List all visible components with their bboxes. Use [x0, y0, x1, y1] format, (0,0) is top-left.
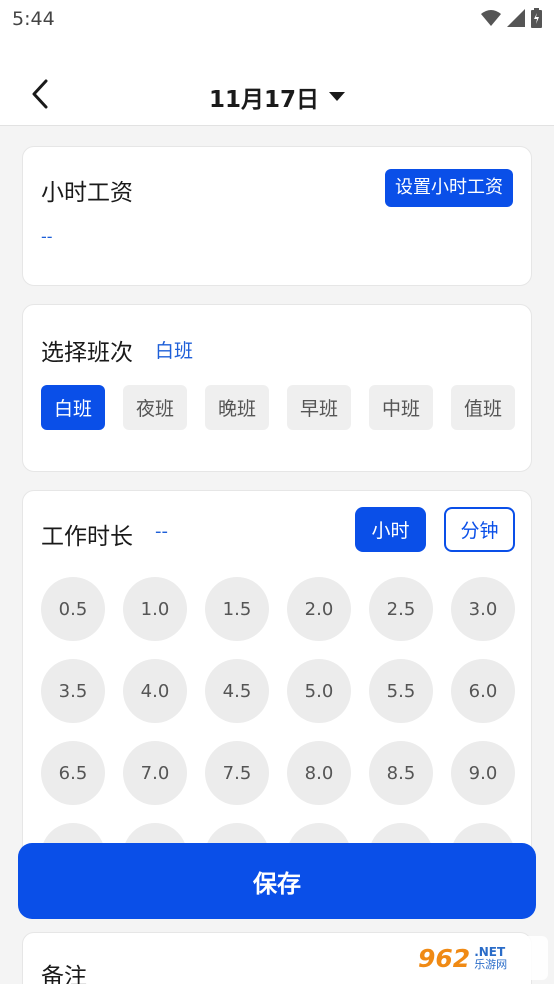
unit-minute-button[interactable]: 分钟 — [444, 507, 515, 552]
watermark-number: 962 — [418, 943, 471, 973]
hour-option[interactable]: 9.0 — [451, 741, 515, 805]
date-title: 11月17日 — [208, 87, 319, 113]
wifi-icon — [481, 10, 501, 26]
hour-option[interactable]: 4.5 — [205, 659, 269, 723]
work-hours-card: 工作时长 -- 小时 分钟 0.5 1.0 1.5 2.0 2.5 3.0 3.… — [22, 490, 532, 890]
hour-option[interactable]: 3.0 — [451, 577, 515, 641]
shift-option-evening[interactable]: 晚班 — [205, 385, 269, 430]
save-button[interactable]: 保存 — [18, 843, 536, 919]
hour-option[interactable]: 5.0 — [287, 659, 351, 723]
work-hours-title: 工作时长 — [41, 524, 133, 550]
hours-grid: 0.5 1.0 1.5 2.0 2.5 3.0 3.5 4.0 4.5 5.0 … — [41, 577, 517, 887]
unit-hour-button[interactable]: 小时 — [355, 507, 426, 552]
hour-option[interactable]: 2.5 — [369, 577, 433, 641]
hour-option[interactable]: 7.0 — [123, 741, 187, 805]
shift-title: 选择班次 — [41, 340, 133, 366]
shift-options: 白班 夜班 晚班 早班 中班 值班 — [41, 385, 515, 430]
shift-option-morning[interactable]: 早班 — [287, 385, 351, 430]
shift-option-middle[interactable]: 中班 — [369, 385, 433, 430]
hourly-wage-title: 小时工资 — [41, 180, 133, 206]
watermark-net: .NET — [474, 944, 506, 959]
status-time: 5:44 — [12, 8, 55, 30]
watermark-logo: 962 .NET 乐游网 — [412, 936, 548, 980]
hourly-wage-card: 小时工资 -- 设置小时工资 — [22, 146, 532, 286]
hour-option[interactable]: 2.0 — [287, 577, 351, 641]
hour-option[interactable]: 6.5 — [41, 741, 105, 805]
hour-option[interactable]: 8.5 — [369, 741, 433, 805]
shift-option-night[interactable]: 夜班 — [123, 385, 187, 430]
hour-option[interactable]: 3.5 — [41, 659, 105, 723]
status-icons — [481, 8, 542, 28]
shift-card: 选择班次 白班 白班 夜班 晚班 早班 中班 值班 — [22, 304, 532, 472]
status-bar: 5:44 — [0, 0, 554, 40]
hour-option[interactable]: 8.0 — [287, 741, 351, 805]
battery-icon — [531, 8, 542, 28]
date-picker[interactable]: 11月17日 — [0, 80, 554, 114]
hourly-wage-value: -- — [41, 227, 53, 246]
hour-option[interactable]: 1.5 — [205, 577, 269, 641]
hour-option[interactable]: 5.5 — [369, 659, 433, 723]
hour-option[interactable]: 4.0 — [123, 659, 187, 723]
hour-option[interactable]: 7.5 — [205, 741, 269, 805]
selected-shift-label: 白班 — [155, 340, 194, 362]
work-hours-value: -- — [155, 521, 168, 542]
set-hourly-wage-button[interactable]: 设置小时工资 — [385, 169, 513, 207]
remark-title: 备注 — [41, 964, 87, 984]
hour-option[interactable]: 1.0 — [123, 577, 187, 641]
shift-option-duty[interactable]: 值班 — [451, 385, 515, 430]
nav-bar: 11月17日 — [0, 40, 554, 126]
shift-option-day[interactable]: 白班 — [41, 385, 105, 430]
signal-icon — [507, 9, 525, 27]
hour-option[interactable]: 6.0 — [451, 659, 515, 723]
hour-option[interactable]: 0.5 — [41, 577, 105, 641]
watermark-text: .NET 乐游网 — [474, 946, 507, 970]
watermark-site: 乐游网 — [474, 957, 508, 971]
caret-down-icon — [329, 92, 345, 101]
